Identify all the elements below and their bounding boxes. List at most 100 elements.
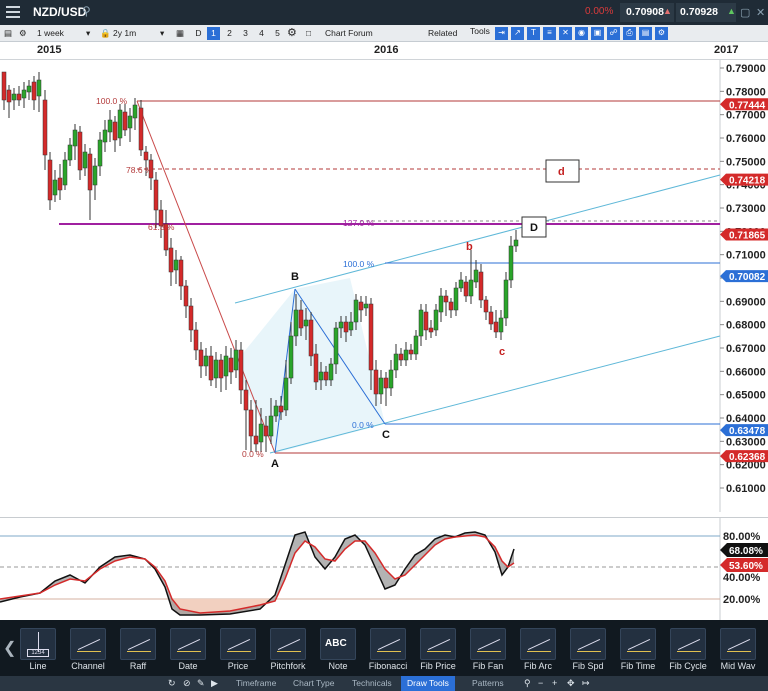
list-icon[interactable]: ▤	[4, 28, 12, 39]
tool-fibonacci[interactable]: Fibonacci	[366, 628, 410, 674]
scroll-end-icon[interactable]: ↦	[582, 678, 590, 689]
price-flag-label: 0.62368	[729, 452, 766, 463]
period-4[interactable]: 4	[255, 27, 268, 40]
tool-price[interactable]: Price	[216, 628, 260, 674]
candle-body	[298, 309, 304, 329]
candle-body	[473, 269, 479, 283]
tools-button[interactable]: Tools	[470, 26, 490, 36]
tool-label: Line	[29, 661, 47, 671]
line-tool-icon[interactable]: ↗	[511, 27, 524, 40]
zoom-icon[interactable]: ⚲	[524, 678, 531, 689]
osc-flag-black-label: 68.08%	[729, 546, 763, 557]
tool-icon	[670, 628, 706, 660]
magnet-icon[interactable]: ◉	[575, 27, 588, 40]
osc-tick: 20.00%	[723, 594, 761, 606]
candle-body	[117, 109, 123, 139]
period-1[interactable]: 1	[207, 27, 220, 40]
tool-icon	[420, 628, 456, 660]
candle-body	[153, 179, 159, 211]
tool-date[interactable]: Date	[166, 628, 210, 674]
zoom-out-icon[interactable]: −	[538, 678, 543, 688]
fib-tool-icon[interactable]: ≡	[543, 27, 556, 40]
pencil-icon[interactable]: ✎	[197, 678, 205, 689]
image-icon[interactable]: ▤	[639, 27, 652, 40]
tool-channel[interactable]: Channel	[66, 628, 110, 674]
price-tick-label: 0.68000	[726, 320, 766, 332]
range-select[interactable]: 2y 1m	[113, 28, 136, 38]
candle-body	[82, 151, 88, 169]
tool-raff[interactable]: Raff	[116, 628, 160, 674]
candle-body	[453, 287, 459, 311]
tool-icon	[470, 628, 506, 660]
interval-select[interactable]: 1 week	[37, 28, 64, 38]
tool-fib-arc[interactable]: Fib Arc	[516, 628, 560, 674]
tool-note[interactable]: ABC Note	[316, 628, 360, 674]
search-icon[interactable]: ⚲	[82, 4, 91, 18]
link-icon[interactable]: ☍	[607, 27, 620, 40]
gear-icon[interactable]: ⚙	[287, 26, 297, 39]
config-icon[interactable]: ⚙	[655, 27, 668, 40]
candle-body	[318, 371, 324, 381]
refresh-icon[interactable]: ↻	[168, 678, 176, 689]
period-d[interactable]: D	[192, 27, 205, 40]
tool-icon	[70, 628, 106, 660]
candle-body	[47, 159, 53, 201]
candle-body	[173, 259, 179, 271]
settings-icon[interactable]: ⚙	[19, 28, 27, 39]
period-3[interactable]: 3	[239, 27, 252, 40]
price-tick-label: 0.71000	[726, 250, 766, 262]
tool-fib-time[interactable]: Fib Time	[616, 628, 660, 674]
tool-label: Pitchfork	[270, 661, 306, 671]
chart-forum-link[interactable]: Chart Forum	[325, 28, 373, 38]
period-2[interactable]: 2	[223, 27, 236, 40]
price-flag-label: 0.77444	[729, 100, 766, 111]
close-icon[interactable]: ✕	[756, 6, 765, 19]
calendar-icon[interactable]: ▦	[176, 28, 184, 39]
tool-fib-fan[interactable]: Fib Fan	[466, 628, 510, 674]
tool-label: Note	[328, 661, 348, 671]
tool-pitchfork[interactable]: Pitchfork	[266, 628, 310, 674]
hide-icon[interactable]: ⊘	[183, 678, 191, 689]
tool-fib-price[interactable]: Fib Price	[416, 628, 460, 674]
tab-chart-type[interactable]: Chart Type	[293, 678, 334, 688]
move-icon[interactable]: ✥	[567, 678, 575, 689]
tool-mid-wav[interactable]: Mid Wav	[716, 628, 760, 674]
lock-icon[interactable]: 🔒	[100, 28, 111, 39]
tool-line[interactable]: 1234 Line	[16, 628, 60, 674]
candle-body	[313, 353, 319, 383]
price-tick-label: 0.73000	[726, 203, 766, 215]
price-tick-label: 0.64000	[726, 413, 766, 425]
price-change: 0.00%	[585, 6, 614, 17]
symbol-name[interactable]: NZD/USD	[33, 5, 86, 19]
maximize-icon[interactable]: ▢	[740, 6, 750, 19]
pointer-icon[interactable]: ▶	[211, 678, 218, 689]
cursor-tool-icon[interactable]: ⇥	[495, 27, 508, 40]
tool-fib-cycle[interactable]: Fib Cycle	[666, 628, 710, 674]
candle-body	[107, 119, 113, 133]
print-icon[interactable]: ⎙	[623, 27, 636, 40]
tab-patterns[interactable]: Patterns	[472, 678, 504, 688]
related-button[interactable]: Related	[428, 28, 457, 38]
chevron-down-icon[interactable]: ▾	[160, 28, 164, 39]
text-tool-icon[interactable]: T	[527, 27, 540, 40]
bottom-tab-bar: ↻ ⊘ ✎ ▶ Timeframe Chart Type Technicals …	[0, 676, 768, 691]
scroll-left-icon[interactable]: ❮	[3, 638, 16, 658]
zoom-in-icon[interactable]: +	[552, 678, 557, 688]
chat-icon[interactable]: □	[306, 28, 311, 38]
tab-draw-tools[interactable]: Draw Tools	[401, 676, 455, 691]
tab-technicals[interactable]: Technicals	[352, 678, 392, 688]
chevron-down-icon[interactable]: ▾	[86, 28, 90, 39]
period-5[interactable]: 5	[271, 27, 284, 40]
candle-body	[87, 153, 93, 191]
layers-icon[interactable]: ▣	[591, 27, 604, 40]
price-flag-label: 0.71865	[729, 230, 766, 241]
price-chart[interactable]: 100.0 % 78.6 % 61.8 % 0.0 % 127.0 % 100.…	[0, 60, 768, 512]
candle-body	[178, 259, 184, 287]
tool-label: Fib Time	[620, 661, 656, 671]
candle-body	[373, 369, 379, 395]
tool-fib-spd[interactable]: Fib Spd	[566, 628, 610, 674]
oscillator-chart[interactable]: 80.00% 40.00% 20.00% 68.08% 53.60%	[0, 517, 768, 620]
menu-icon[interactable]	[6, 6, 20, 18]
trash-icon[interactable]: ✕	[559, 27, 572, 40]
tab-timeframe[interactable]: Timeframe	[236, 678, 276, 688]
